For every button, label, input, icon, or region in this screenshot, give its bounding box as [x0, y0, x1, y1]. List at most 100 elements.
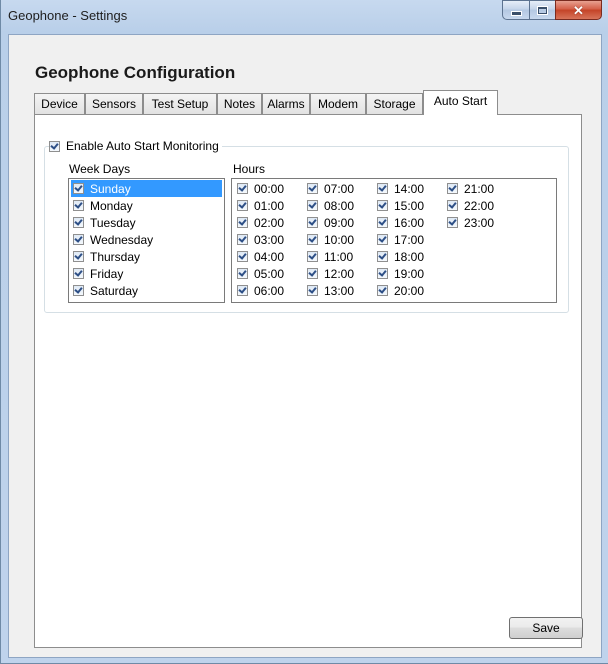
- week-days-list[interactable]: Sunday Monday Tuesday Wednesday Thursday…: [68, 178, 225, 303]
- hour-label: 19:00: [394, 266, 425, 281]
- checkbox-icon[interactable]: [377, 183, 388, 194]
- checkbox-icon[interactable]: [73, 285, 84, 296]
- window-title: Geophone - Settings: [8, 8, 128, 23]
- checkbox-icon[interactable]: [237, 251, 248, 262]
- checkbox-icon[interactable]: [237, 285, 248, 296]
- hour-item[interactable]: 12:00: [305, 265, 354, 282]
- maximize-button[interactable]: [529, 0, 555, 20]
- tab-storage[interactable]: Storage: [366, 93, 423, 114]
- hour-item[interactable]: 11:00: [305, 248, 354, 265]
- check-mark-icon: [74, 217, 83, 226]
- checkbox-icon[interactable]: [237, 217, 248, 228]
- hours-column: 21:00 22:00 23:00: [445, 180, 494, 231]
- checkbox-icon[interactable]: [377, 285, 388, 296]
- week-day-monday[interactable]: Monday: [71, 197, 222, 214]
- checkbox-icon[interactable]: [447, 217, 458, 228]
- enable-auto-start-checkbox[interactable]: Enable Auto Start Monitoring: [49, 139, 222, 153]
- week-day-label: Wednesday: [90, 232, 154, 247]
- hour-label: 03:00: [254, 232, 285, 247]
- checkbox-icon[interactable]: [307, 183, 318, 194]
- hour-item[interactable]: 03:00: [235, 231, 284, 248]
- checkbox-icon[interactable]: [73, 234, 84, 245]
- hour-item[interactable]: 20:00: [375, 282, 424, 299]
- hour-item[interactable]: 23:00: [445, 214, 494, 231]
- hour-item[interactable]: 17:00: [375, 231, 424, 248]
- week-day-label: Sunday: [90, 181, 131, 196]
- hours-label: Hours: [233, 162, 266, 176]
- hour-item[interactable]: 15:00: [375, 197, 424, 214]
- save-button[interactable]: Save: [509, 617, 583, 639]
- week-day-tuesday[interactable]: Tuesday: [71, 214, 222, 231]
- week-day-saturday[interactable]: Saturday: [71, 282, 222, 299]
- check-mark-icon: [238, 251, 247, 260]
- checkbox-icon[interactable]: [73, 217, 84, 228]
- checkbox-icon[interactable]: [307, 251, 318, 262]
- checkbox-icon[interactable]: [447, 183, 458, 194]
- tab-modem[interactable]: Modem: [310, 93, 366, 114]
- tab-notes[interactable]: Notes: [217, 93, 262, 114]
- tab-device[interactable]: Device: [34, 93, 85, 114]
- check-mark-icon: [238, 268, 247, 277]
- caption-buttons: ✕: [502, 0, 602, 21]
- checkbox-icon[interactable]: [73, 183, 84, 194]
- tab-sensors[interactable]: Sensors: [85, 93, 143, 114]
- checkbox-icon[interactable]: [377, 217, 388, 228]
- hour-item[interactable]: 10:00: [305, 231, 354, 248]
- week-day-friday[interactable]: Friday: [71, 265, 222, 282]
- checkbox-icon[interactable]: [307, 285, 318, 296]
- checkbox-icon[interactable]: [237, 183, 248, 194]
- minimize-button[interactable]: [502, 0, 529, 20]
- checkbox-icon[interactable]: [307, 234, 318, 245]
- hour-label: 18:00: [394, 249, 425, 264]
- checkbox-icon: [49, 140, 60, 152]
- close-button[interactable]: ✕: [555, 0, 602, 20]
- hour-item[interactable]: 00:00: [235, 180, 284, 197]
- checkbox-icon[interactable]: [73, 268, 84, 279]
- checkbox-icon[interactable]: [377, 200, 388, 211]
- check-mark-icon: [378, 234, 387, 243]
- hour-item[interactable]: 05:00: [235, 265, 284, 282]
- hour-item[interactable]: 13:00: [305, 282, 354, 299]
- checkbox-icon[interactable]: [377, 234, 388, 245]
- tab-auto-start[interactable]: Auto Start: [423, 90, 498, 115]
- hour-item[interactable]: 14:00: [375, 180, 424, 197]
- hours-column: 00:00 01:00 02:00 03:00 04:00 05:00 06:0…: [235, 180, 284, 299]
- auto-start-panel: Enable Auto Start Monitoring Week Days H…: [34, 114, 582, 648]
- week-day-thursday[interactable]: Thursday: [71, 248, 222, 265]
- check-mark-icon: [378, 251, 387, 260]
- hour-item[interactable]: 04:00: [235, 248, 284, 265]
- checkbox-icon[interactable]: [447, 200, 458, 211]
- checkbox-icon[interactable]: [237, 234, 248, 245]
- week-day-label: Tuesday: [90, 215, 136, 230]
- hour-item[interactable]: 22:00: [445, 197, 494, 214]
- hour-item[interactable]: 01:00: [235, 197, 284, 214]
- hours-list[interactable]: 00:00 01:00 02:00 03:00 04:00 05:00 06:0…: [231, 178, 557, 303]
- checkbox-icon[interactable]: [73, 200, 84, 211]
- hour-label: 02:00: [254, 215, 285, 230]
- hour-item[interactable]: 09:00: [305, 214, 354, 231]
- week-day-wednesday[interactable]: Wednesday: [71, 231, 222, 248]
- hour-item[interactable]: 16:00: [375, 214, 424, 231]
- hour-label: 20:00: [394, 283, 425, 298]
- checkbox-icon[interactable]: [307, 200, 318, 211]
- hour-item[interactable]: 19:00: [375, 265, 424, 282]
- hour-item[interactable]: 06:00: [235, 282, 284, 299]
- week-day-sunday[interactable]: Sunday: [71, 180, 222, 197]
- tab-test-setup[interactable]: Test Setup: [143, 93, 217, 114]
- checkbox-icon[interactable]: [377, 268, 388, 279]
- checkbox-icon[interactable]: [73, 251, 84, 262]
- hour-item[interactable]: 07:00: [305, 180, 354, 197]
- hour-item[interactable]: 02:00: [235, 214, 284, 231]
- checkbox-icon[interactable]: [307, 268, 318, 279]
- title-bar[interactable]: Geophone - Settings ✕: [1, 0, 608, 34]
- hour-item[interactable]: 18:00: [375, 248, 424, 265]
- hour-item[interactable]: 08:00: [305, 197, 354, 214]
- checkbox-icon[interactable]: [237, 200, 248, 211]
- hour-item[interactable]: 21:00: [445, 180, 494, 197]
- week-days-label: Week Days: [69, 162, 131, 176]
- checkbox-icon[interactable]: [307, 217, 318, 228]
- checkbox-icon[interactable]: [237, 268, 248, 279]
- tab-alarms[interactable]: Alarms: [262, 93, 310, 114]
- checkbox-icon[interactable]: [377, 251, 388, 262]
- client-area: Geophone Configuration Device Sensors Te…: [8, 34, 602, 658]
